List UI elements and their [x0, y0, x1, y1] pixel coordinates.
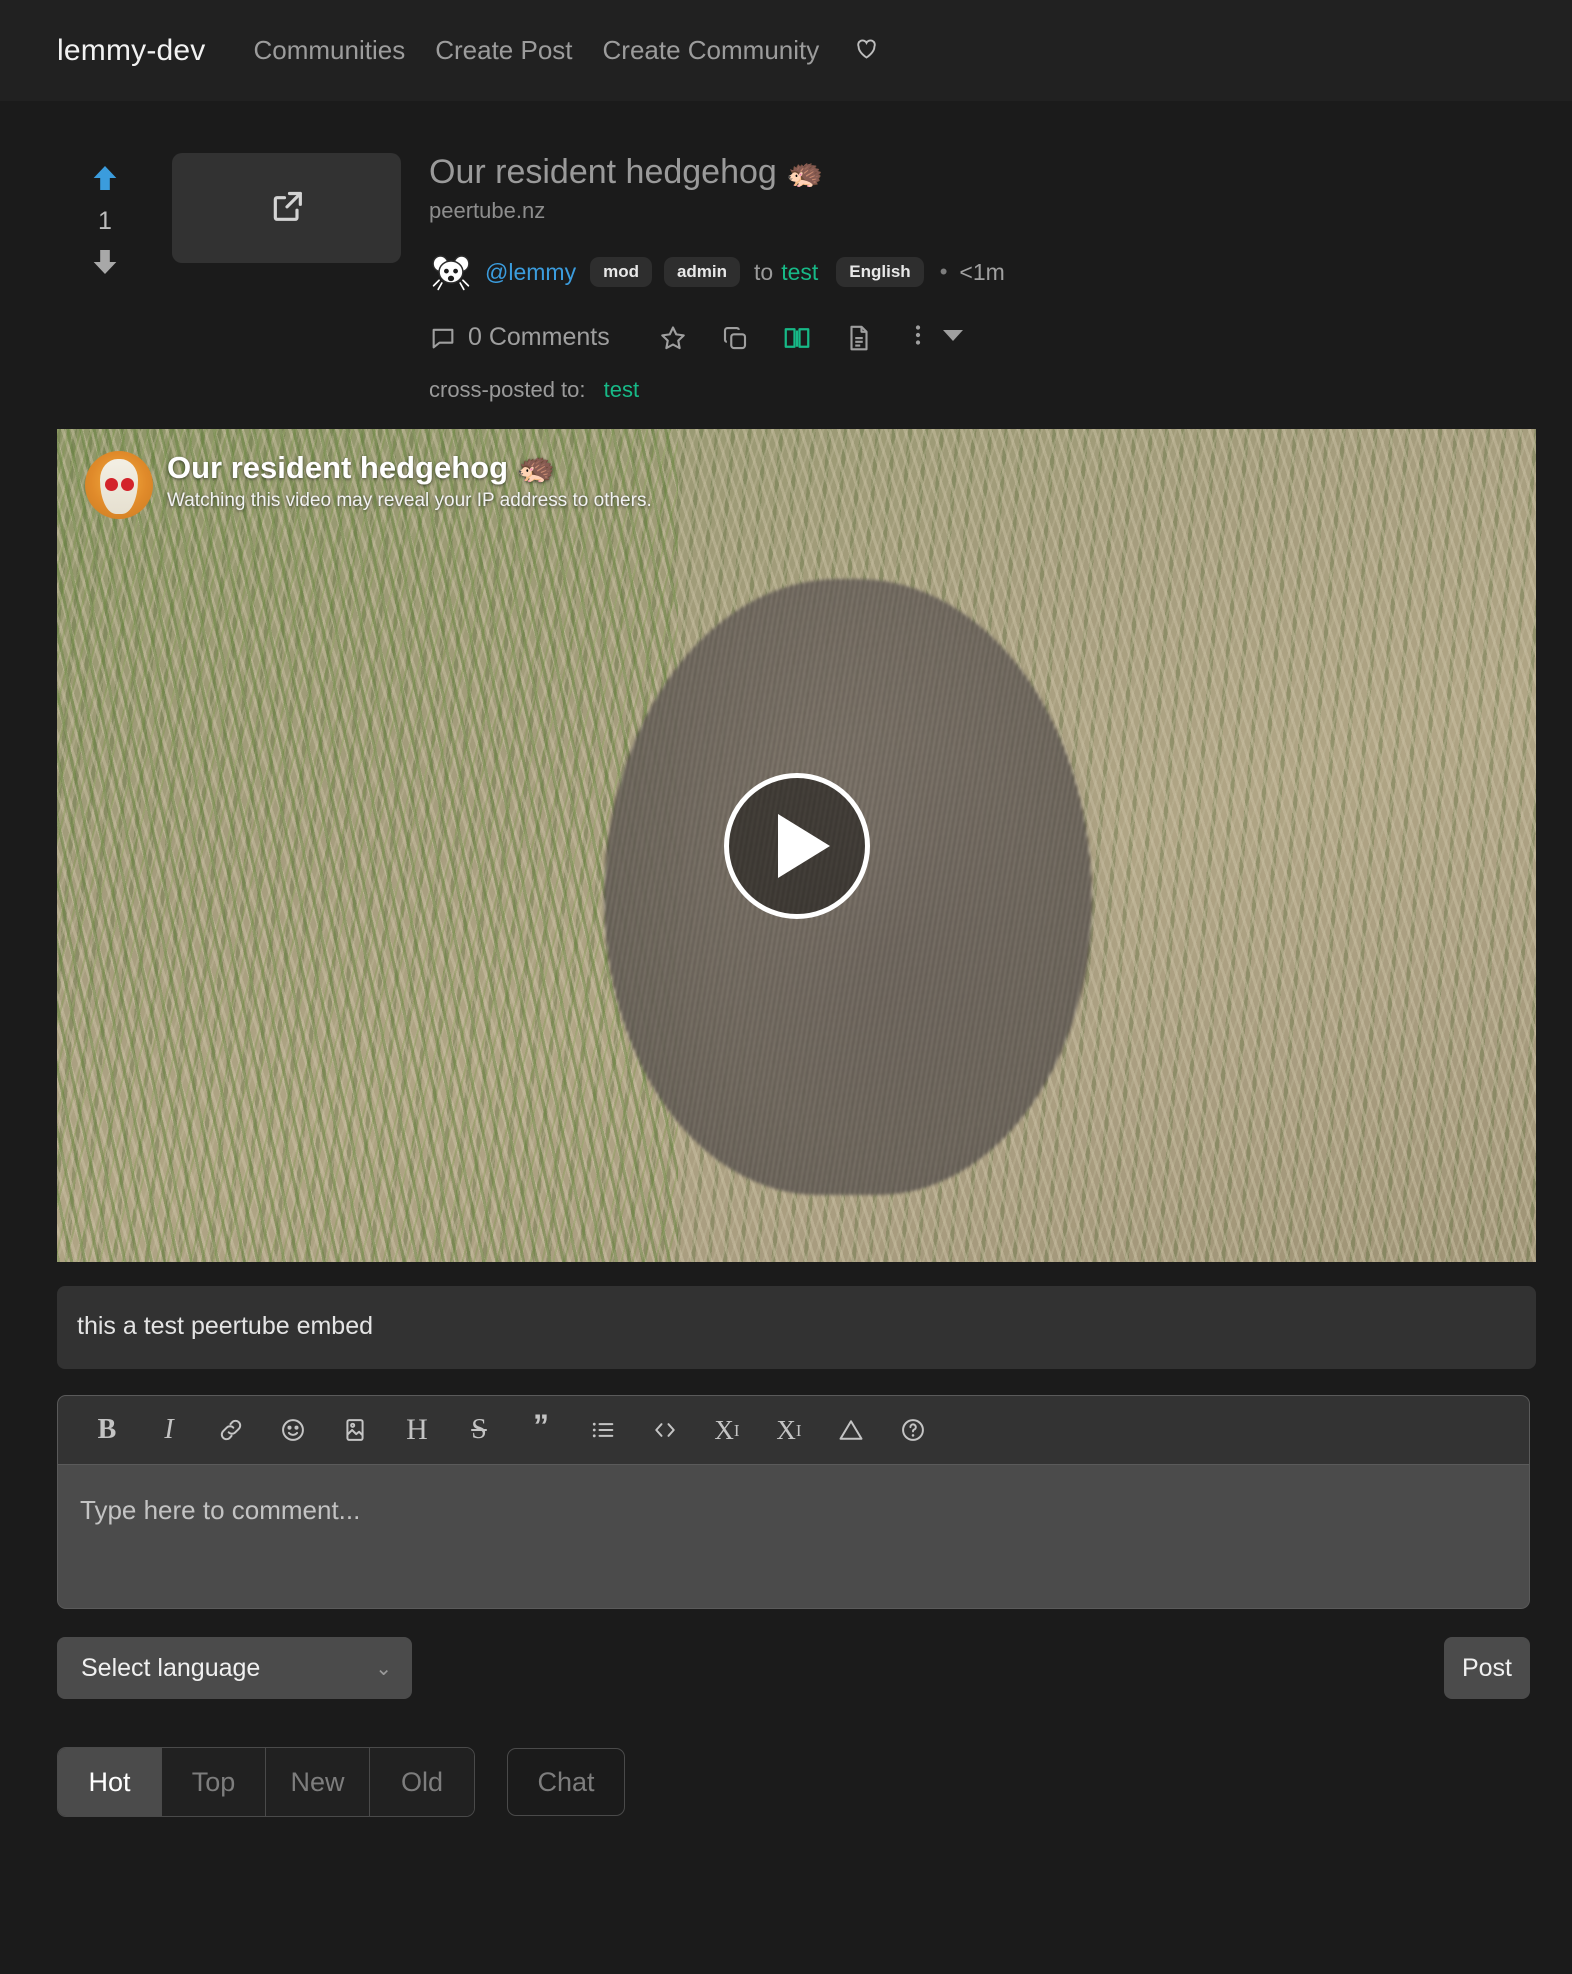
heart-icon[interactable]	[853, 35, 880, 66]
cross-post-copy-icon[interactable]	[720, 323, 750, 353]
spoiler-warning-icon[interactable]	[820, 1410, 882, 1450]
view-source-file-icon[interactable]	[844, 323, 874, 353]
post-page: 1 Our resident hedgehog 🦔 peertube.nz @l…	[0, 101, 1572, 1818]
comments-button[interactable]: 0 Comments	[429, 323, 610, 352]
post-thumbnail-link[interactable]	[172, 153, 401, 263]
post-domain[interactable]: peertube.nz	[429, 198, 1572, 224]
vertical-dots-icon	[906, 320, 930, 355]
language-select-label: Select language	[81, 1653, 261, 1682]
superscript-icon[interactable]: XI	[758, 1410, 820, 1450]
comment-input[interactable]: Type here to comment...	[58, 1465, 1529, 1609]
sort-tab-hot[interactable]: Hot	[58, 1748, 162, 1817]
post-body-text: this a test peertube embed	[57, 1286, 1536, 1370]
comment-editor: B I H S ” X I X I Type here to comment..…	[57, 1395, 1530, 1610]
superscript-glyph: X	[776, 1414, 796, 1445]
video-privacy-notice: Watching this video may reveal your IP a…	[167, 490, 652, 512]
status-badge-mod: mod	[590, 257, 652, 288]
vote-column: 1	[82, 153, 128, 403]
emoji-icon[interactable]	[262, 1410, 324, 1450]
comment-sort-row: Hot Top New Old Chat	[57, 1747, 1572, 1818]
italic-icon[interactable]: I	[138, 1410, 200, 1450]
video-title-text: Our resident hedgehog	[167, 450, 509, 486]
page-title[interactable]: Our resident hedgehog 🦔	[429, 153, 1572, 192]
help-icon[interactable]	[882, 1410, 944, 1450]
sort-tab-chat[interactable]: Chat	[507, 1748, 625, 1817]
downvote-button[interactable]	[88, 245, 122, 284]
nav-create-community[interactable]: Create Community	[603, 35, 820, 66]
to-label: to	[754, 258, 774, 285]
peertube-channel-avatar	[85, 451, 153, 520]
chevron-down-icon: ⌄	[375, 1657, 392, 1680]
upvote-button[interactable]	[88, 161, 122, 200]
post-timestamp[interactable]: <1m	[959, 259, 1004, 286]
quote-icon[interactable]: ”	[510, 1410, 572, 1450]
avatar[interactable]	[429, 250, 473, 294]
external-link-icon	[267, 186, 307, 231]
post-comment-button[interactable]: Post	[1443, 1637, 1530, 1700]
crossposted-community-link[interactable]: test	[604, 377, 639, 402]
chevron-down-icon	[942, 327, 964, 348]
code-icon[interactable]	[634, 1410, 696, 1450]
community-link[interactable]: test	[781, 259, 818, 286]
link-icon[interactable]	[200, 1410, 262, 1450]
comment-sort-group: Hot Top New Old	[57, 1747, 475, 1818]
comments-count-label: 0 Comments	[468, 323, 610, 352]
video-embed[interactable]: Our resident hedgehog 🦔 Watching this vi…	[57, 429, 1536, 1263]
save-star-icon[interactable]	[658, 323, 688, 353]
sort-tab-old[interactable]: Old	[370, 1748, 474, 1817]
play-button-icon[interactable]	[723, 772, 870, 919]
language-badge: English	[836, 257, 924, 288]
sort-tab-top[interactable]: Top	[162, 1748, 266, 1817]
post-action-row: 0 Comments	[429, 320, 1572, 355]
hedgehog-emoji: 🦔	[786, 157, 824, 190]
post-creator-link[interactable]: @lemmy	[485, 259, 576, 286]
crossposted-row: cross-posted to: test	[429, 377, 1572, 403]
video-grass-layer	[57, 429, 679, 1263]
comment-submit-row: Select language ⌄ Post	[57, 1637, 1530, 1700]
status-badge-admin: admin	[663, 257, 741, 288]
post-metadata-row: @lemmy mod admin to test English • <1m	[429, 250, 1572, 294]
video-hedgehog-emoji: 🦔	[516, 450, 556, 486]
list-icon[interactable]	[572, 1410, 634, 1450]
top-navbar: lemmy-dev Communities Create Post Create…	[0, 0, 1572, 101]
post-header-row: 1 Our resident hedgehog 🦔 peertube.nz @l…	[0, 101, 1572, 403]
site-brand[interactable]: lemmy-dev	[57, 34, 206, 68]
video-header: Our resident hedgehog 🦔 Watching this vi…	[85, 451, 652, 520]
more-options-button[interactable]	[906, 320, 964, 355]
markdown-toolbar: B I H S ” X I X I	[58, 1396, 1529, 1466]
vote-score: 1	[98, 207, 112, 235]
image-icon[interactable]	[324, 1410, 386, 1450]
video-title: Our resident hedgehog 🦔	[167, 451, 652, 485]
subscript-icon[interactable]: XI	[696, 1410, 758, 1450]
post-title-text: Our resident hedgehog	[429, 153, 777, 191]
strikethrough-icon[interactable]: S	[448, 1410, 510, 1450]
sort-tab-new[interactable]: New	[266, 1748, 370, 1817]
header-icon[interactable]: H	[386, 1410, 448, 1450]
mark-as-read-book-icon[interactable]	[782, 323, 812, 353]
subscript-glyph: X	[714, 1414, 734, 1445]
language-select[interactable]: Select language ⌄	[57, 1637, 412, 1700]
bold-icon[interactable]: B	[76, 1410, 138, 1450]
crossposted-label: cross-posted to:	[429, 377, 586, 403]
separator-dot: •	[939, 259, 948, 285]
nav-communities[interactable]: Communities	[254, 35, 406, 66]
nav-create-post[interactable]: Create Post	[435, 35, 572, 66]
post-main-column: Our resident hedgehog 🦔 peertube.nz @lem…	[429, 153, 1572, 403]
